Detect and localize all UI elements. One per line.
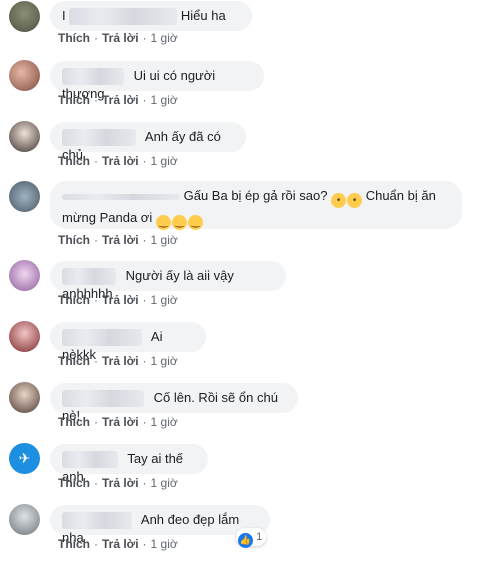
timestamp[interactable]: 1 giờ bbox=[151, 537, 178, 551]
separator: · bbox=[94, 93, 98, 107]
like-link[interactable]: Thích bbox=[58, 293, 90, 307]
comment-actions: Thích · Trả lời · 1 giờ bbox=[58, 537, 178, 551]
comment-text-part-1: Gấu Ba bị ép gả rồi sao? bbox=[183, 188, 328, 203]
comment-actions: Thích · Trả lời · 1 giờ bbox=[58, 354, 178, 368]
avatar[interactable] bbox=[9, 1, 40, 32]
thumbs-up-icon: 👍 bbox=[238, 533, 253, 548]
like-link[interactable]: Thích bbox=[58, 537, 90, 551]
reply-link[interactable]: Trả lời bbox=[102, 537, 139, 551]
separator: · bbox=[94, 537, 98, 551]
comment-bubble: Tay ai thế anh bbox=[50, 444, 208, 484]
bird-icon: ✈ bbox=[18, 450, 31, 466]
separator: · bbox=[142, 293, 147, 307]
smiling-face-icon: ‿ bbox=[171, 215, 187, 230]
blurred-author-name bbox=[62, 390, 144, 408]
avatar[interactable] bbox=[9, 121, 40, 152]
comment-prefix: I bbox=[62, 8, 66, 23]
separator: · bbox=[142, 93, 147, 107]
separator: · bbox=[142, 31, 147, 45]
reply-link[interactable]: Trả lời bbox=[102, 415, 139, 429]
separator: · bbox=[142, 476, 147, 490]
blurred-author-name bbox=[62, 68, 124, 86]
like-link[interactable]: Thích bbox=[58, 233, 90, 247]
blurred-author-name bbox=[62, 129, 136, 147]
timestamp[interactable]: 1 giờ bbox=[151, 293, 178, 307]
reply-link[interactable]: Trả lời bbox=[102, 93, 139, 107]
comment-bubble: Anh ấy đã có chủ bbox=[50, 122, 246, 162]
like-link[interactable]: Thích bbox=[58, 354, 90, 368]
comment-actions: Thích · Trả lời · 1 giờ bbox=[58, 93, 178, 107]
reaction-count: 1 bbox=[256, 531, 263, 543]
separator: · bbox=[94, 154, 98, 168]
timestamp[interactable]: 1 giờ bbox=[151, 154, 178, 168]
separator: · bbox=[142, 354, 147, 368]
comment-bubble: Người ấy là aii vậy anhhhhh bbox=[50, 261, 286, 301]
comment-text: Hiểu ha bbox=[180, 8, 226, 23]
blurred-author-name bbox=[62, 512, 132, 530]
avatar[interactable] bbox=[9, 321, 40, 352]
blurred-author-name bbox=[62, 193, 180, 200]
like-link[interactable]: Thích bbox=[58, 31, 90, 45]
timestamp[interactable]: 1 giờ bbox=[151, 31, 178, 45]
smiling-face-icon: ‿ bbox=[187, 215, 203, 230]
avatar[interactable] bbox=[9, 60, 40, 91]
reaction-count-badge[interactable]: 👍 1 bbox=[236, 528, 267, 548]
separator: · bbox=[142, 233, 147, 247]
astonished-face-icon: • bbox=[347, 193, 363, 208]
blurred-author-name bbox=[62, 329, 142, 347]
timestamp[interactable]: 1 giờ bbox=[151, 233, 178, 247]
separator: · bbox=[94, 31, 98, 45]
comment-actions: Thích · Trả lời · 1 giờ bbox=[58, 476, 178, 490]
timestamp[interactable]: 1 giờ bbox=[151, 415, 178, 429]
reply-link[interactable]: Trả lời bbox=[102, 154, 139, 168]
separator: · bbox=[142, 537, 147, 551]
comment-line-2: mừng Panda ơi ‿ ‿ ‿ bbox=[62, 209, 450, 230]
comment-actions: Thích · Trả lời · 1 giờ bbox=[58, 154, 178, 168]
comment-bubble: I Hiểu ha bbox=[50, 1, 252, 31]
blurred-author-name bbox=[62, 268, 116, 286]
comment-actions: Thích · Trả lời · 1 giờ bbox=[58, 415, 178, 429]
separator: · bbox=[94, 233, 98, 247]
avatar[interactable] bbox=[9, 260, 40, 291]
separator: · bbox=[94, 354, 98, 368]
separator: · bbox=[142, 415, 147, 429]
smiling-face-icon: ‿ bbox=[155, 215, 171, 230]
blurred-author-name bbox=[62, 451, 118, 469]
comment-bubble: Cố lên. Rồi sẽ ổn chú nè! bbox=[50, 383, 298, 423]
like-link[interactable]: Thích bbox=[58, 476, 90, 490]
like-link[interactable]: Thích bbox=[58, 154, 90, 168]
timestamp[interactable]: 1 giờ bbox=[151, 476, 178, 490]
reply-link[interactable]: Trả lời bbox=[102, 476, 139, 490]
avatar[interactable] bbox=[9, 382, 40, 413]
separator: · bbox=[94, 415, 98, 429]
like-link[interactable]: Thích bbox=[58, 415, 90, 429]
reply-link[interactable]: Trả lời bbox=[102, 354, 139, 368]
blurred-author-name bbox=[69, 8, 178, 26]
comment-bubble: Ui ui có người thương bbox=[50, 61, 264, 101]
separator: · bbox=[94, 476, 98, 490]
reply-link[interactable]: Trả lời bbox=[102, 293, 139, 307]
separator: · bbox=[142, 154, 147, 168]
comment-bubble: Gấu Ba bị ép gả rồi sao? • • Chuẩn bị ăn … bbox=[50, 181, 462, 230]
avatar[interactable] bbox=[9, 504, 40, 535]
avatar[interactable]: ✈ bbox=[9, 443, 40, 474]
astonished-face-icon: • bbox=[331, 193, 347, 208]
comment-text-part-3: mừng Panda ơi bbox=[62, 210, 153, 225]
timestamp[interactable]: 1 giờ bbox=[151, 354, 178, 368]
reply-link[interactable]: Trả lời bbox=[102, 233, 139, 247]
separator: · bbox=[94, 293, 98, 307]
comment-actions: Thích · Trả lời · 1 giờ bbox=[58, 31, 178, 45]
comment-bubble: Ai nèkkk bbox=[50, 322, 206, 362]
avatar[interactable] bbox=[9, 181, 40, 212]
comment-text-part-2: Chuẩn bị ăn bbox=[365, 188, 436, 203]
like-link[interactable]: Thích bbox=[58, 93, 90, 107]
comment-actions: Thích · Trả lời · 1 giờ bbox=[58, 233, 178, 247]
reply-link[interactable]: Trả lời bbox=[102, 31, 139, 45]
timestamp[interactable]: 1 giờ bbox=[151, 93, 178, 107]
comment-line-1: Gấu Ba bị ép gả rồi sao? • • Chuẩn bị ăn bbox=[62, 187, 450, 208]
comment-actions: Thích · Trả lời · 1 giờ bbox=[58, 293, 178, 307]
